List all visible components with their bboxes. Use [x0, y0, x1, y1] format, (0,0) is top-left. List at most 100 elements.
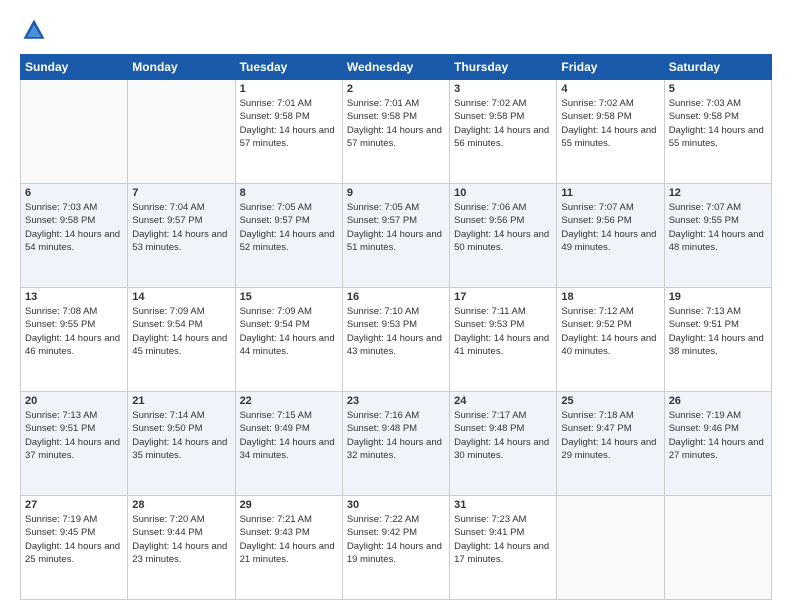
weekday-header-monday: Monday	[128, 55, 235, 80]
day-info: Sunrise: 7:02 AMSunset: 9:58 PMDaylight:…	[561, 97, 659, 150]
weekday-header-saturday: Saturday	[664, 55, 771, 80]
day-info: Sunrise: 7:13 AMSunset: 9:51 PMDaylight:…	[669, 305, 767, 358]
day-info: Sunrise: 7:06 AMSunset: 9:56 PMDaylight:…	[454, 201, 552, 254]
weekday-header-tuesday: Tuesday	[235, 55, 342, 80]
day-number: 13	[25, 291, 123, 303]
day-info: Sunrise: 7:21 AMSunset: 9:43 PMDaylight:…	[240, 513, 338, 566]
calendar-cell: 30 Sunrise: 7:22 AMSunset: 9:42 PMDayligh…	[342, 496, 449, 600]
day-info: Sunrise: 7:05 AMSunset: 9:57 PMDaylight:…	[240, 201, 338, 254]
day-info: Sunrise: 7:22 AMSunset: 9:42 PMDaylight:…	[347, 513, 445, 566]
day-number: 27	[25, 499, 123, 511]
calendar-cell: 26 Sunrise: 7:19 AMSunset: 9:46 PMDayligh…	[664, 392, 771, 496]
day-number: 1	[240, 83, 338, 95]
day-number: 15	[240, 291, 338, 303]
day-info: Sunrise: 7:16 AMSunset: 9:48 PMDaylight:…	[347, 409, 445, 462]
day-info: Sunrise: 7:12 AMSunset: 9:52 PMDaylight:…	[561, 305, 659, 358]
week-row-5: 27 Sunrise: 7:19 AMSunset: 9:45 PMDayligh…	[21, 496, 772, 600]
calendar-cell: 18 Sunrise: 7:12 AMSunset: 9:52 PMDayligh…	[557, 288, 664, 392]
day-number: 31	[454, 499, 552, 511]
day-number: 10	[454, 187, 552, 199]
calendar-cell: 7Sunrise: 7:04 AMSunset: 9:57 PMDaylight…	[128, 184, 235, 288]
day-number: 3	[454, 83, 552, 95]
calendar-cell: 23Sunrise: 7:16 AMSunset: 9:48 PMDayligh…	[342, 392, 449, 496]
calendar-cell: 21 Sunrise: 7:14 AMSunset: 9:50 PMDayligh…	[128, 392, 235, 496]
day-info: Sunrise: 7:14 AMSunset: 9:50 PMDaylight:…	[132, 409, 230, 462]
day-number: 9	[347, 187, 445, 199]
day-info: Sunrise: 7:02 AMSunset: 9:58 PMDaylight:…	[454, 97, 552, 150]
calendar-cell: 6 Sunrise: 7:03 AMSunset: 9:58 PMDaylight…	[21, 184, 128, 288]
calendar-cell: 24 Sunrise: 7:17 AMSunset: 9:48 PMDayligh…	[450, 392, 557, 496]
day-number: 6	[25, 187, 123, 199]
day-number: 7	[132, 187, 230, 199]
day-number: 28	[132, 499, 230, 511]
calendar-cell	[664, 496, 771, 600]
day-info: Sunrise: 7:03 AMSunset: 9:58 PMDaylight:…	[25, 201, 123, 254]
day-info: Sunrise: 7:09 AMSunset: 9:54 PMDaylight:…	[240, 305, 338, 358]
day-number: 5	[669, 83, 767, 95]
calendar-cell: 20 Sunrise: 7:13 AMSunset: 9:51 PMDayligh…	[21, 392, 128, 496]
day-number: 30	[347, 499, 445, 511]
day-info: Sunrise: 7:17 AMSunset: 9:48 PMDaylight:…	[454, 409, 552, 462]
day-info: Sunrise: 7:20 AMSunset: 9:44 PMDaylight:…	[132, 513, 230, 566]
day-number: 26	[669, 395, 767, 407]
day-info: Sunrise: 7:08 AMSunset: 9:55 PMDaylight:…	[25, 305, 123, 358]
day-info: Sunrise: 7:07 AMSunset: 9:55 PMDaylight:…	[669, 201, 767, 254]
weekday-header-friday: Friday	[557, 55, 664, 80]
week-row-1: 1 Sunrise: 7:01 AMSunset: 9:58 PMDaylight…	[21, 80, 772, 184]
calendar-cell: 29Sunrise: 7:21 AMSunset: 9:43 PMDayligh…	[235, 496, 342, 600]
calendar-cell: 31Sunrise: 7:23 AMSunset: 9:41 PMDayligh…	[450, 496, 557, 600]
header	[20, 16, 772, 44]
calendar-cell: 28 Sunrise: 7:20 AMSunset: 9:44 PMDayligh…	[128, 496, 235, 600]
day-number: 14	[132, 291, 230, 303]
day-number: 22	[240, 395, 338, 407]
day-info: Sunrise: 7:13 AMSunset: 9:51 PMDaylight:…	[25, 409, 123, 462]
calendar-cell: 5Sunrise: 7:03 AMSunset: 9:58 PMDaylight…	[664, 80, 771, 184]
calendar-cell: 16 Sunrise: 7:10 AMSunset: 9:53 PMDayligh…	[342, 288, 449, 392]
logo-icon	[20, 16, 48, 44]
day-info: Sunrise: 7:07 AMSunset: 9:56 PMDaylight:…	[561, 201, 659, 254]
day-number: 24	[454, 395, 552, 407]
day-number: 11	[561, 187, 659, 199]
calendar-cell: 8 Sunrise: 7:05 AMSunset: 9:57 PMDaylight…	[235, 184, 342, 288]
calendar-cell: 2 Sunrise: 7:01 AMSunset: 9:58 PMDaylight…	[342, 80, 449, 184]
day-number: 12	[669, 187, 767, 199]
day-number: 25	[561, 395, 659, 407]
day-info: Sunrise: 7:15 AMSunset: 9:49 PMDaylight:…	[240, 409, 338, 462]
week-row-4: 20 Sunrise: 7:13 AMSunset: 9:51 PMDayligh…	[21, 392, 772, 496]
day-number: 21	[132, 395, 230, 407]
calendar-cell: 15 Sunrise: 7:09 AMSunset: 9:54 PMDayligh…	[235, 288, 342, 392]
day-number: 18	[561, 291, 659, 303]
calendar-cell	[128, 80, 235, 184]
calendar-table: SundayMondayTuesdayWednesdayThursdayFrid…	[20, 54, 772, 600]
day-info: Sunrise: 7:11 AMSunset: 9:53 PMDaylight:…	[454, 305, 552, 358]
day-number: 8	[240, 187, 338, 199]
day-info: Sunrise: 7:01 AMSunset: 9:58 PMDaylight:…	[347, 97, 445, 150]
weekday-header-row: SundayMondayTuesdayWednesdayThursdayFrid…	[21, 55, 772, 80]
day-info: Sunrise: 7:10 AMSunset: 9:53 PMDaylight:…	[347, 305, 445, 358]
day-info: Sunrise: 7:19 AMSunset: 9:45 PMDaylight:…	[25, 513, 123, 566]
day-info: Sunrise: 7:19 AMSunset: 9:46 PMDaylight:…	[669, 409, 767, 462]
calendar-cell: 17Sunrise: 7:11 AMSunset: 9:53 PMDayligh…	[450, 288, 557, 392]
calendar-cell: 22 Sunrise: 7:15 AMSunset: 9:49 PMDayligh…	[235, 392, 342, 496]
logo	[20, 16, 52, 44]
calendar-cell: 11 Sunrise: 7:07 AMSunset: 9:56 PMDayligh…	[557, 184, 664, 288]
weekday-header-thursday: Thursday	[450, 55, 557, 80]
calendar-cell: 10 Sunrise: 7:06 AMSunset: 9:56 PMDayligh…	[450, 184, 557, 288]
calendar-cell: 19Sunrise: 7:13 AMSunset: 9:51 PMDayligh…	[664, 288, 771, 392]
week-row-2: 6 Sunrise: 7:03 AMSunset: 9:58 PMDaylight…	[21, 184, 772, 288]
calendar-cell: 12 Sunrise: 7:07 AMSunset: 9:55 PMDayligh…	[664, 184, 771, 288]
page: SundayMondayTuesdayWednesdayThursdayFrid…	[0, 0, 792, 612]
day-info: Sunrise: 7:05 AMSunset: 9:57 PMDaylight:…	[347, 201, 445, 254]
day-number: 2	[347, 83, 445, 95]
day-number: 20	[25, 395, 123, 407]
calendar-cell: 4Sunrise: 7:02 AMSunset: 9:58 PMDaylight…	[557, 80, 664, 184]
calendar-cell: 3 Sunrise: 7:02 AMSunset: 9:58 PMDaylight…	[450, 80, 557, 184]
calendar-cell: 14Sunrise: 7:09 AMSunset: 9:54 PMDayligh…	[128, 288, 235, 392]
calendar-cell	[557, 496, 664, 600]
calendar-cell: 13 Sunrise: 7:08 AMSunset: 9:55 PMDayligh…	[21, 288, 128, 392]
calendar-cell: 25Sunrise: 7:18 AMSunset: 9:47 PMDayligh…	[557, 392, 664, 496]
calendar-cell: 1Sunrise: 7:01 AMSunset: 9:58 PMDaylight…	[235, 80, 342, 184]
week-row-3: 13 Sunrise: 7:08 AMSunset: 9:55 PMDayligh…	[21, 288, 772, 392]
day-number: 16	[347, 291, 445, 303]
calendar-cell	[21, 80, 128, 184]
